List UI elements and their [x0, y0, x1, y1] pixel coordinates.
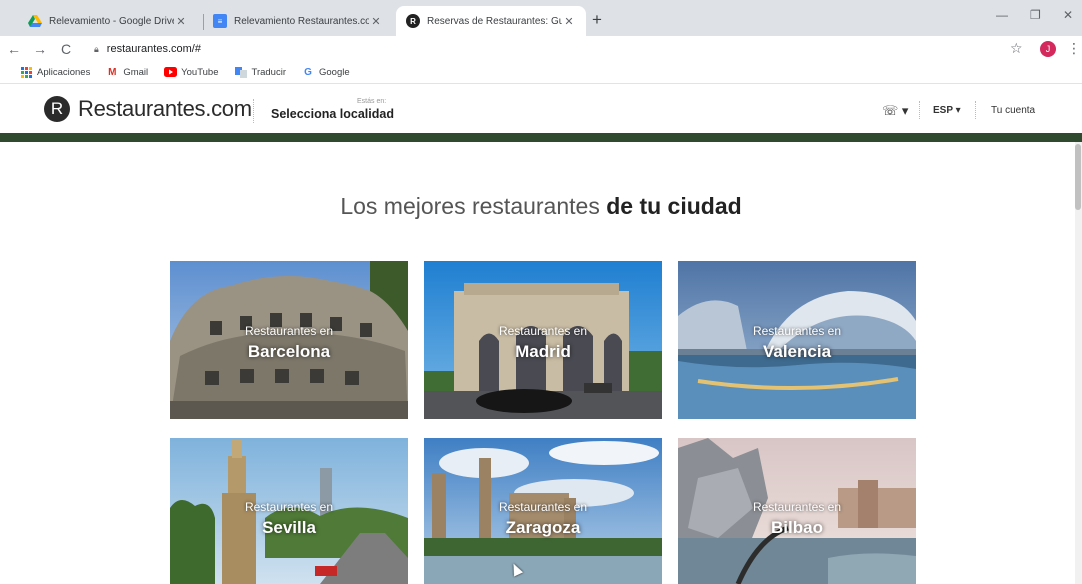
close-icon[interactable]: ✕: [562, 15, 576, 28]
headline-light: Los mejores restaurantes: [340, 193, 600, 219]
bookmark-label: YouTube: [181, 67, 219, 78]
tab-title: Relevamiento Restaurantes.com: [234, 15, 369, 27]
back-arrow-icon[interactable]: ←: [4, 41, 24, 57]
city-name: Bilbao: [771, 518, 823, 537]
bookmark-youtube[interactable]: YouTube: [164, 67, 219, 78]
address-bar[interactable]: restaurantes.com/#: [107, 43, 201, 55]
city-name: Barcelona: [247, 342, 331, 361]
bookmarks-bar: Aplicaciones M Gmail YouTube Traducir G …: [0, 62, 1082, 84]
location-caption: Estás en:: [357, 98, 387, 105]
bookmark-label: Traducir: [251, 67, 287, 78]
bookmark-translate[interactable]: Traducir: [234, 67, 287, 78]
google-icon: G: [304, 67, 312, 78]
bookmark-apps[interactable]: Aplicaciones: [20, 67, 90, 78]
city-card-madrid[interactable]: Restaurantes en Madrid: [424, 261, 662, 419]
site-logo[interactable]: R Restaurantes.com: [44, 96, 252, 122]
bookmark-label: Gmail: [123, 67, 149, 78]
city-card-zaragoza[interactable]: Restaurantes en Zaragoza: [424, 438, 662, 584]
tab-google-docs[interactable]: ≡ Relevamiento Restaurantes.com ✕: [203, 6, 393, 36]
city-card-bilbao[interactable]: Restaurantes en Bilbao: [678, 438, 916, 584]
window-close-icon[interactable]: ✕: [1063, 8, 1073, 22]
tab-restaurantes[interactable]: R Reservas de Restaurantes: Guía y ✕: [396, 6, 586, 36]
city-name: Sevilla: [262, 518, 316, 537]
close-icon[interactable]: ✕: [174, 15, 188, 28]
account-link[interactable]: Tu cuenta: [991, 105, 1035, 116]
bookmark-label: Aplicaciones: [37, 67, 91, 78]
header-accent-bar: [0, 133, 1082, 142]
tab-google-drive[interactable]: Relevamiento - Google Drive ✕: [18, 6, 198, 36]
bookmark-label: Google: [319, 67, 350, 78]
restore-icon[interactable]: ❐: [1030, 8, 1041, 22]
minimize-icon[interactable]: —: [996, 8, 1008, 22]
close-icon[interactable]: ✕: [369, 15, 383, 28]
headline-bold: de tu ciudad: [606, 193, 742, 219]
google-docs-icon: ≡: [213, 14, 227, 28]
city-name: Valencia: [762, 342, 832, 361]
restaurantes-r-icon: R: [406, 14, 420, 28]
bookmark-gmail[interactable]: M Gmail: [106, 67, 148, 78]
tab-title: Relevamiento - Google Drive: [49, 15, 174, 27]
city-name: Madrid: [515, 342, 571, 361]
location-selector[interactable]: Selecciona localidad: [271, 107, 394, 121]
header-divider: [975, 101, 976, 119]
google-drive-icon: [28, 14, 42, 28]
site-header: R Restaurantes.com Estás en: Selecciona …: [0, 84, 1082, 133]
browser-toolbar: ← → C 🔒︎ restaurantes.com/# ☆ J ⋮: [0, 36, 1082, 62]
apps-grid-icon: [20, 67, 32, 78]
city-prefix: Restaurantes en: [244, 324, 334, 338]
city-prefix: Restaurantes en: [498, 324, 588, 338]
logo-text: Restaurantes.com: [78, 96, 252, 121]
lock-icon[interactable]: 🔒︎: [94, 44, 99, 55]
bookmark-google[interactable]: G Google: [302, 67, 350, 78]
madrid-photo: [424, 261, 662, 419]
gmail-icon: M: [108, 67, 117, 78]
reload-icon[interactable]: C: [56, 41, 76, 57]
language-selector[interactable]: ESP ▾: [933, 105, 961, 116]
city-card-sevilla[interactable]: Restaurantes en Sevilla: [170, 438, 408, 584]
city-prefix: Restaurantes en: [244, 500, 334, 514]
forward-arrow-icon[interactable]: →: [30, 41, 50, 57]
youtube-icon: [164, 67, 178, 78]
translate-icon: [234, 67, 247, 78]
profile-avatar[interactable]: J: [1040, 41, 1056, 57]
menu-kebab-icon[interactable]: ⋮: [1067, 40, 1081, 57]
city-prefix: Restaurantes en: [752, 324, 842, 338]
city-prefix: Restaurantes en: [752, 500, 842, 514]
browser-tabstrip: Relevamiento - Google Drive ✕ ≡ Relevami…: [0, 0, 1082, 36]
tab-title: Reservas de Restaurantes: Guía y: [427, 15, 562, 27]
valencia-photo: [678, 261, 916, 419]
logo-r-icon: R: [44, 96, 70, 122]
header-divider: [919, 101, 920, 119]
phone-icon[interactable]: ☏ ▾: [882, 103, 908, 119]
new-tab-button[interactable]: +: [592, 10, 602, 30]
city-card-valencia[interactable]: Restaurantes en Valencia: [678, 261, 916, 419]
city-card-barcelona[interactable]: Restaurantes en Barcelona: [170, 261, 408, 419]
barcelona-photo: [170, 261, 408, 419]
page-headline: Los mejores restaurantes de tu ciudad: [0, 193, 1082, 220]
header-divider: [253, 99, 254, 123]
city-name: Zaragoza: [505, 518, 581, 537]
city-prefix: Restaurantes en: [498, 500, 588, 514]
bookmark-star-icon[interactable]: ☆: [1010, 40, 1023, 57]
